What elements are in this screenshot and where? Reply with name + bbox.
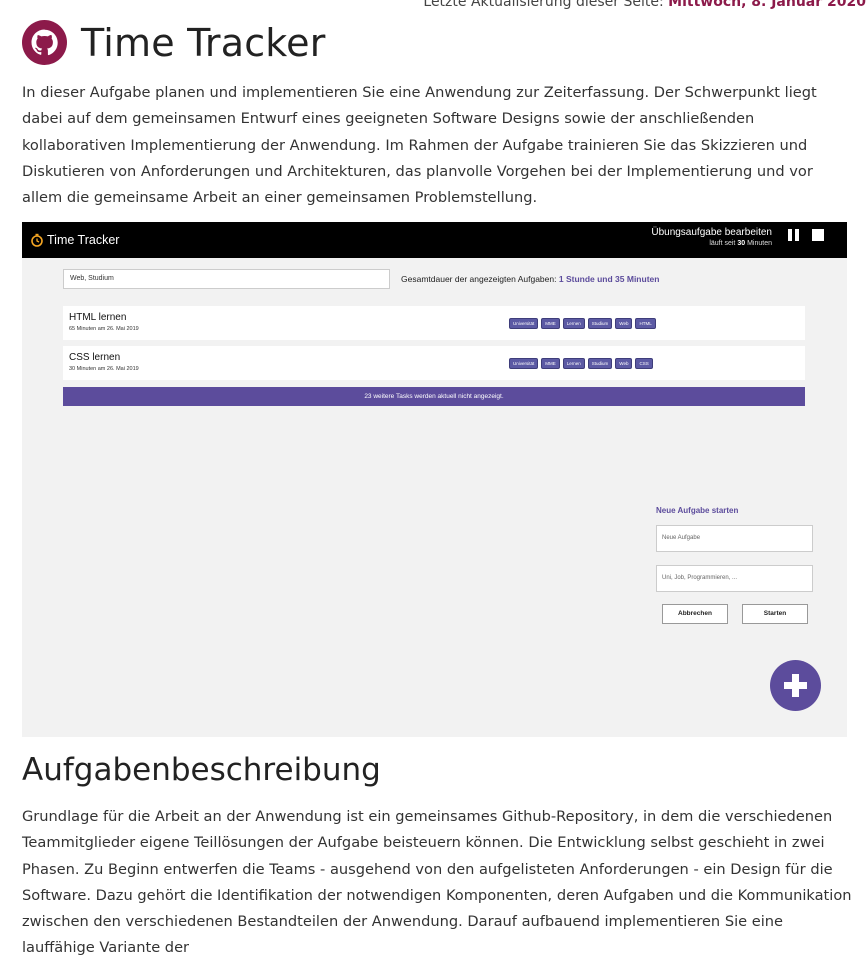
title-row: Time Tracker: [22, 20, 326, 65]
current-task-runtime: läuft seit 30 Minuten: [709, 240, 772, 247]
tag[interactable]: Universität: [509, 318, 539, 329]
task-meta: 30 Minuten am 26. Mai 2019: [69, 366, 139, 372]
cancel-button[interactable]: Abbrechen: [662, 604, 728, 624]
current-task-name: Übungsaufgabe bearbeiten: [651, 227, 772, 238]
page-title: Time Tracker: [81, 20, 326, 65]
tag[interactable]: Lernen: [562, 358, 585, 369]
last-updated-label: Letzte Aktualisierung dieser Seite:: [423, 0, 664, 10]
tag[interactable]: Universität: [509, 358, 539, 369]
total-duration: Gesamtdauer der angezeigten Aufgaben: 1 …: [401, 274, 660, 284]
tag[interactable]: Lernen: [562, 318, 585, 329]
github-icon[interactable]: [22, 20, 67, 65]
tag[interactable]: Studium: [587, 358, 613, 369]
tag[interactable]: MME: [541, 358, 560, 369]
stop-button[interactable]: [812, 229, 824, 241]
section-title: Aufgabenbeschreibung: [22, 752, 381, 788]
task-name: CSS lernen: [69, 352, 121, 363]
new-task-name-input[interactable]: Neue Aufgabe: [656, 525, 813, 552]
intro-paragraph: In dieser Aufgabe planen und implementie…: [22, 84, 817, 207]
task-item[interactable]: CSS lernen 30 Minuten am 26. Mai 2019 Un…: [63, 346, 805, 380]
tag[interactable]: Web: [615, 358, 633, 369]
stopwatch-icon: [31, 233, 43, 247]
last-updated: Letzte Aktualisierung dieser Seite: Mitt…: [423, 0, 866, 10]
task-meta: 65 Minuten am 26. Mai 2019: [69, 326, 139, 332]
app-screenshot: Time Tracker Übungsaufgabe bearbeiten lä…: [22, 222, 847, 737]
start-button[interactable]: Starten: [742, 604, 808, 624]
tag[interactable]: Studium: [587, 318, 613, 329]
pause-button[interactable]: [788, 229, 800, 241]
app-name: Time Tracker: [47, 233, 120, 247]
more-tasks-bar[interactable]: 23 weitere Tasks werden aktuell nicht an…: [63, 387, 805, 406]
description-paragraph: Grundlage für die Arbeit an der Anwendun…: [22, 808, 852, 957]
tag[interactable]: CSS: [635, 358, 653, 369]
app-header: Time Tracker Übungsaufgabe bearbeiten lä…: [22, 222, 847, 258]
new-task-tags-input[interactable]: Uni, Job, Programmieren, ...: [656, 565, 813, 592]
task-tags: Universität MME Lernen Studium Web CSS: [509, 358, 653, 369]
task-tags: Universität MME Lernen Studium Web HTML: [509, 318, 656, 329]
current-task: Übungsaufgabe bearbeiten läuft seit 30 M…: [651, 227, 772, 247]
tag[interactable]: Web: [615, 318, 633, 329]
tag[interactable]: MME: [541, 318, 560, 329]
task-name: HTML lernen: [69, 312, 127, 323]
new-task-title: Neue Aufgabe starten: [656, 506, 739, 515]
tag[interactable]: HTML: [635, 318, 656, 329]
task-item[interactable]: HTML lernen 65 Minuten am 26. Mai 2019 U…: [63, 306, 805, 340]
filter-input[interactable]: Web, Studium: [63, 269, 390, 289]
add-task-button[interactable]: [770, 660, 821, 711]
last-updated-date: Mittwoch, 8. Januar 2020: [668, 0, 866, 10]
